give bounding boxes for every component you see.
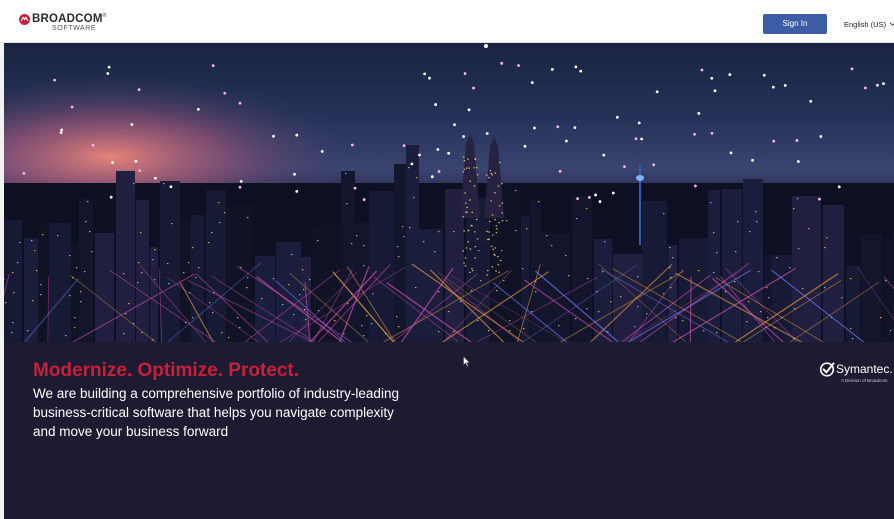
symantec-tagline: A Division of Broadcom <box>841 378 888 383</box>
chevron-down-icon <box>889 22 894 26</box>
hero-banner: Modernize. Optimize. Protect. We are bui… <box>4 342 894 519</box>
broadcom-mark-icon <box>19 14 30 25</box>
logo-subtitle: SOFTWARE <box>52 25 97 32</box>
language-label: English (US) <box>844 19 887 29</box>
logo-wordmark: BROADCOM® <box>32 13 107 25</box>
checkmark-circle-icon <box>819 362 835 377</box>
description: We are building a comprehensive portfoli… <box>33 386 399 439</box>
sign-in-button[interactable]: Sign In <box>763 14 827 34</box>
broadcom-logo[interactable]: BROADCOM® SOFTWARE <box>19 13 109 35</box>
site-header: BROADCOM® SOFTWARE Sign In English (US) <box>0 0 894 43</box>
page: BROADCOM® SOFTWARE Sign In English (US) <box>0 0 894 519</box>
city-skyline-illustration <box>4 43 894 342</box>
symantec-logo[interactable]: Symantec. A Division of Broadcom <box>819 361 894 387</box>
mouse-cursor-icon <box>463 356 471 367</box>
headline: Modernize. Optimize. Protect. <box>33 360 300 381</box>
language-selector[interactable]: English (US) <box>844 14 894 34</box>
hero-image <box>4 43 894 342</box>
symantec-wordmark: Symantec. <box>836 362 893 376</box>
